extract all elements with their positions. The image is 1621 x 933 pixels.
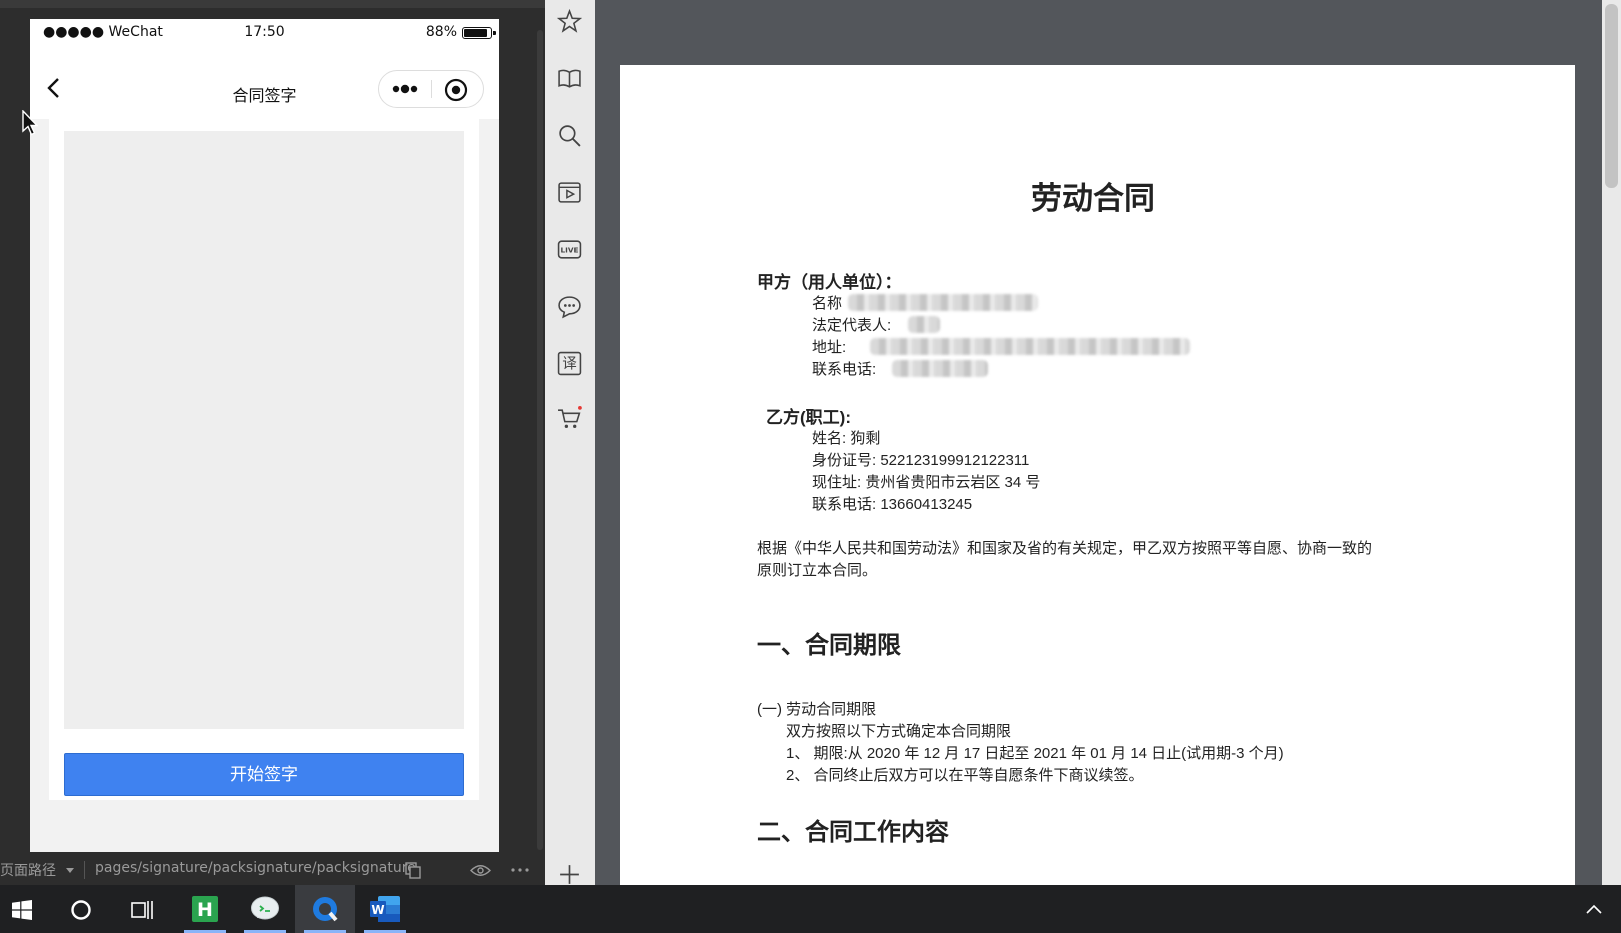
taskbar-hbuilder[interactable]: H: [175, 885, 235, 933]
wechat-devtools-icon: [251, 896, 279, 920]
signature-canvas[interactable]: [64, 131, 464, 729]
book-icon[interactable]: [557, 66, 582, 91]
document-scrollbar[interactable]: [1602, 0, 1621, 885]
section-2-heading: 二、合同工作内容: [757, 819, 949, 846]
page-path-value: pages/signature/packsignature/packsignat…: [95, 860, 416, 876]
document-viewer: 劳动合同 甲方（用人单位）： 名称 法定代表人: 地址: 联系电话: 乙方(职工…: [595, 0, 1602, 885]
start-button[interactable]: [0, 885, 60, 933]
preamble-line-2: 原则订立本合同。: [757, 562, 878, 579]
cortana-icon: [71, 900, 91, 920]
document-title: 劳动合同: [1031, 181, 1155, 216]
plus-icon[interactable]: [557, 862, 582, 887]
party-a-heading: 甲方（用人单位）：: [757, 273, 902, 292]
battery-fill: [464, 29, 487, 37]
hbuilder-icon: H: [192, 896, 218, 922]
status-bar: ●●●●● WeChat 17:50 88%: [30, 19, 499, 46]
document-page: 劳动合同 甲方（用人单位）： 名称 法定代表人: 地址: 联系电话: 乙方(职工…: [620, 65, 1575, 885]
scrollbar-thumb[interactable]: [1605, 4, 1618, 188]
party-b-heading: 乙方(职工):: [766, 408, 851, 427]
chat-icon[interactable]: [557, 294, 582, 319]
copy-icon[interactable]: [405, 862, 421, 879]
party-b-name: 姓名: 狗剩: [812, 430, 881, 447]
page-path-bar: 页面路径 pages/signature/packsignature/packs…: [0, 855, 545, 885]
taskbar: H W: [0, 885, 1621, 933]
side-toolbar: LIVE 译: [545, 0, 596, 885]
task-view-icon: [131, 901, 153, 919]
section-1-line-3: 2、 合同终止后双方可以在平等自愿条件下商议续签。: [786, 767, 1144, 784]
redacted-company-name: [848, 294, 1038, 311]
top-strip: [0, 0, 545, 8]
cortana-button[interactable]: [52, 885, 112, 933]
redacted-phone: [892, 360, 988, 377]
word-icon: W: [370, 896, 400, 922]
section-1-sub: (一) 劳动合同期限: [757, 701, 877, 718]
live-icon[interactable]: LIVE: [557, 237, 582, 262]
eye-icon[interactable]: [470, 864, 491, 877]
capsule-divider: [431, 80, 432, 98]
section-1-line-1: 双方按照以下方式确定本合同期限: [786, 723, 1012, 740]
phone-screen: ●●●●● WeChat 17:50 88% 合同签字 开始签字: [30, 19, 499, 852]
capsule-menu: [378, 70, 484, 108]
search-icon[interactable]: [557, 123, 582, 148]
party-a-rep-label: 法定代表人:: [812, 317, 892, 334]
star-icon[interactable]: [557, 9, 582, 34]
browser-icon: [313, 897, 338, 922]
party-b-id: 身份证号: 522123199912122311: [812, 452, 1030, 469]
ellipsis-icon[interactable]: [511, 868, 529, 872]
party-a-address-label: 地址:: [812, 339, 847, 356]
section-1-line-2: 1、 期限:从 2020 年 12 月 17 日起至 2021 年 01 月 1…: [786, 745, 1284, 762]
translate-icon[interactable]: 译: [557, 351, 582, 376]
page-path-label[interactable]: 页面路径: [0, 860, 56, 880]
signature-card: 开始签字: [49, 119, 479, 800]
party-a-phone-label: 联系电话:: [812, 361, 877, 378]
redacted-address: [870, 338, 1190, 355]
svg-text:译: 译: [562, 356, 577, 373]
cart-icon[interactable]: [557, 406, 582, 431]
svg-text:H: H: [197, 899, 213, 921]
mouse-cursor-icon: [22, 110, 38, 136]
taskbar-browser[interactable]: [295, 885, 355, 933]
windows-start-icon: [12, 900, 32, 920]
simulator-pane: ●●●●● WeChat 17:50 88% 合同签字 开始签字 页面路径 pa…: [0, 0, 545, 885]
divider: [84, 861, 85, 879]
simulator-scrollbar[interactable]: [537, 30, 543, 850]
svg-text:LIVE: LIVE: [561, 246, 579, 255]
video-icon[interactable]: [557, 180, 582, 205]
party-b-phone: 联系电话: 13660413245: [812, 496, 973, 513]
battery-percent: 88%: [425, 24, 457, 40]
preamble-line-1: 根据《中华人民共和国劳动法》和国家及省的有关规定，甲乙双方按照平等自愿、协商一致…: [757, 540, 1373, 557]
start-sign-button[interactable]: 开始签字: [64, 753, 464, 796]
task-view-button[interactable]: [112, 885, 172, 933]
more-icon[interactable]: [387, 79, 423, 99]
party-a-name-label: 名称: [812, 295, 843, 312]
redacted-representative: [908, 316, 940, 333]
party-b-address: 现住址: 贵州省贵阳市云岩区 34 号: [812, 474, 1041, 491]
section-1-heading: 一、合同期限: [757, 632, 901, 659]
taskbar-word[interactable]: W: [355, 885, 415, 933]
battery-icon: [462, 27, 496, 39]
taskbar-wechat-devtools[interactable]: [235, 885, 295, 933]
close-miniprogram-icon[interactable]: [443, 77, 469, 103]
nav-bar: 合同签字: [30, 46, 499, 119]
tray-chevron-up-icon[interactable]: [1586, 904, 1602, 914]
svg-text:W: W: [371, 903, 384, 917]
caret-down-icon[interactable]: [66, 868, 74, 873]
